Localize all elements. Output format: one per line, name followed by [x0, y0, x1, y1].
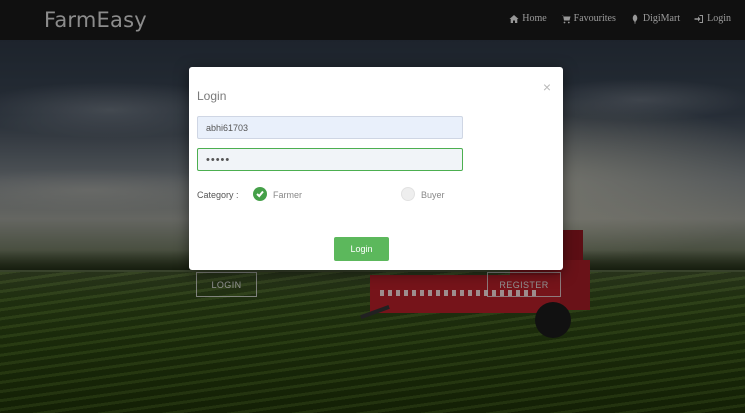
password-input[interactable]: ••••• — [197, 148, 463, 171]
buyer-radio[interactable] — [401, 187, 415, 201]
close-icon[interactable]: × — [543, 80, 551, 94]
farmer-radio[interactable] — [253, 187, 267, 201]
submit-login-button[interactable]: Login — [334, 237, 389, 261]
username-input[interactable]: abhi61703 — [197, 116, 463, 139]
category-selector: Category : Farmer Buyer — [197, 187, 547, 203]
check-icon — [256, 190, 264, 198]
farmer-radio-label[interactable]: Farmer — [273, 190, 302, 200]
category-label: Category : — [197, 190, 239, 200]
buyer-radio-label[interactable]: Buyer — [421, 190, 445, 200]
login-modal: Login × abhi61703 ••••• Category : Farme… — [189, 67, 563, 270]
modal-title: Login — [197, 89, 227, 103]
